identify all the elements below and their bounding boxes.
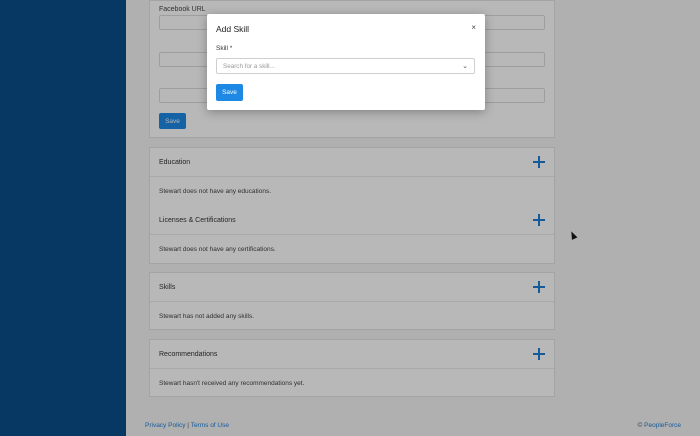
modal-save-button[interactable]: Save bbox=[216, 84, 243, 101]
modal-title: Add Skill bbox=[216, 24, 250, 34]
close-icon[interactable]: × bbox=[471, 23, 476, 32]
skill-search-select[interactable]: Search for a skill... ⌄ bbox=[216, 58, 475, 74]
chevron-down-icon: ⌄ bbox=[462, 63, 468, 70]
skill-label: Skill * bbox=[216, 45, 233, 52]
add-skill-modal: Add Skill × Skill * Search for a skill..… bbox=[207, 14, 485, 110]
skill-placeholder: Search for a skill... bbox=[223, 62, 275, 70]
